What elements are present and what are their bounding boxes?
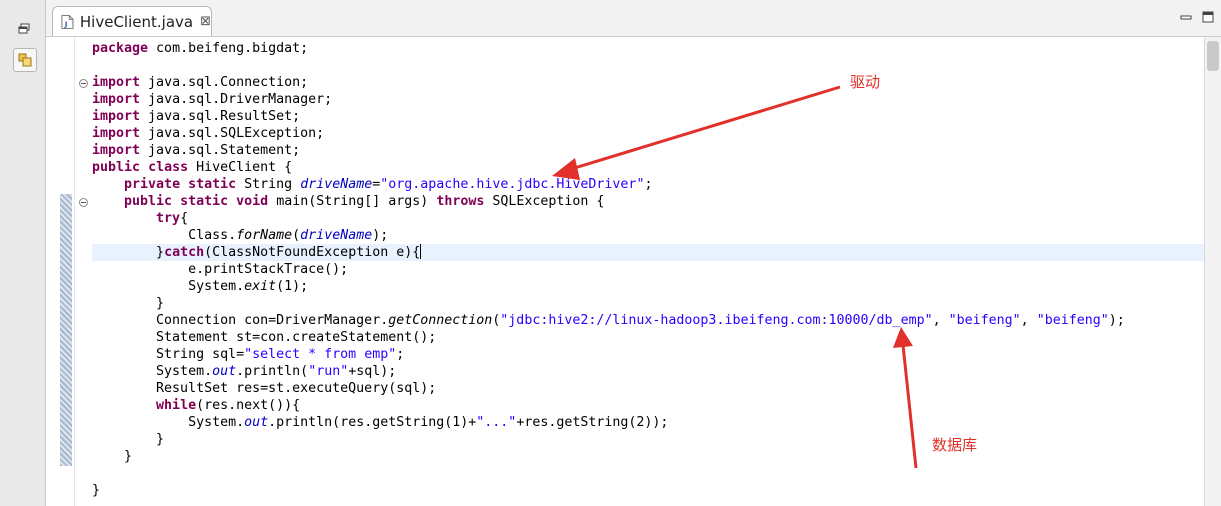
annotation-driver-label: 驱动 <box>850 73 881 91</box>
arrow-to-driver <box>552 85 841 180</box>
arrow-to-database <box>893 327 918 469</box>
annotation-database-label: 数据库 <box>932 436 978 454</box>
annotation-arrows <box>552 85 918 469</box>
